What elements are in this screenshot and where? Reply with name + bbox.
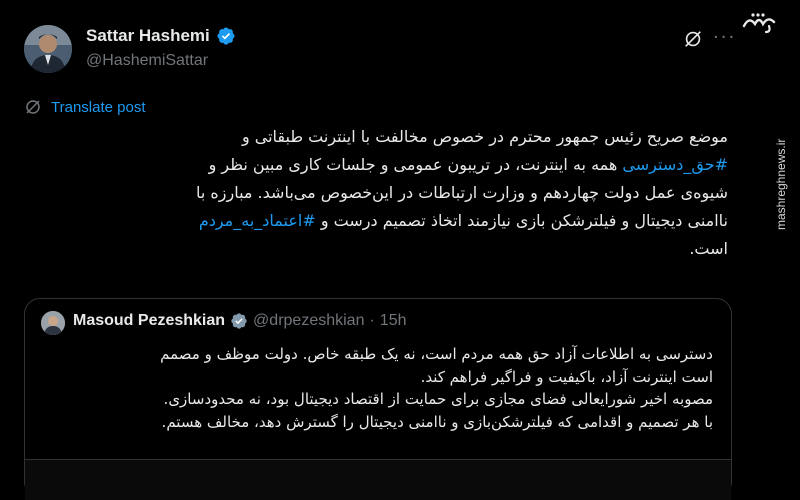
quote-line: است اینترنت آزاد، باکیفیت و فراگیر فراهم… <box>420 367 713 386</box>
post-text-segment: همه به اینترنت، در تریبون عمومی و جلسات … <box>208 155 623 174</box>
post-line: موضع صریح رئیس جمهور محترم در خصوص مخالف… <box>8 123 728 151</box>
separator-dot: · <box>369 312 375 329</box>
post-line: است. <box>8 235 728 263</box>
translate-label[interactable]: Translate post <box>51 99 146 116</box>
author-avatar[interactable] <box>24 25 72 73</box>
quote-timestamp[interactable]: 15h <box>380 312 407 330</box>
post-text-segment: است. <box>689 239 728 258</box>
quote-line: مصوبه اخیر شورایعالی فضای مجازی برای حما… <box>163 390 713 408</box>
post-line: شیوه‌ی عمل دولت چهاردهم و وزارت ارتباطات… <box>8 179 728 207</box>
author-handle[interactable]: @HashemiSattar <box>86 52 208 70</box>
watermark-url: mashreghnews.ir <box>774 138 788 230</box>
post-text-segment: موضع صریح رئیس جمهور محترم در خصوص مخالف… <box>241 127 728 146</box>
hashtag-link[interactable]: #حق_دسترسی <box>622 155 728 174</box>
quoted-post[interactable]: Masoud Pezeshkian @drpezeshkian · 15h دس… <box>24 298 732 500</box>
watermark-logo-mark <box>742 13 776 34</box>
post-text: موضع صریح رئیس جمهور محترم در خصوص مخالف… <box>8 123 728 263</box>
quote-media-preview[interactable] <box>25 459 731 500</box>
post-line: #حق_دسترسی همه به اینترنت، در تریبون عمو… <box>8 151 728 179</box>
post-line: ناامنی دیجیتال و فیلترشکن بازی نیازمند ا… <box>8 207 728 235</box>
quote-author-name[interactable]: Masoud Pezeshkian <box>73 312 225 330</box>
verified-badge-icon <box>217 27 235 45</box>
quote-line: دسترسی به اطلاعات آزاد حق همه مردم است، … <box>160 345 713 363</box>
translate-icon <box>26 100 40 114</box>
quote-author-avatar[interactable] <box>41 311 65 335</box>
author-name[interactable]: Sattar Hashemi <box>86 26 210 46</box>
quote-verified-badge-icon <box>231 313 247 329</box>
post-text-segment: شیوه‌ی عمل دولت چهاردهم و وزارت ارتباطات… <box>195 183 728 202</box>
post-text-segment: ناامنی دیجیتال و فیلترشکن بازی نیازمند ا… <box>315 211 728 230</box>
more-icon[interactable]: ··· <box>713 28 736 48</box>
grok-icon[interactable] <box>682 28 704 50</box>
quote-line: با هر تصمیم و اقدامی که فیلترشکن‌بازی و … <box>161 412 713 431</box>
translate-post-link[interactable]: Translate post <box>24 98 146 116</box>
quote-author-handle[interactable]: @drpezeshkian <box>253 312 364 330</box>
watermark-logo <box>741 10 777 34</box>
quote-text: دسترسی به اطلاعات آزاد حق همه مردم است، … <box>33 343 713 433</box>
hashtag-link[interactable]: #اعتماد_به_مردم <box>199 211 316 230</box>
